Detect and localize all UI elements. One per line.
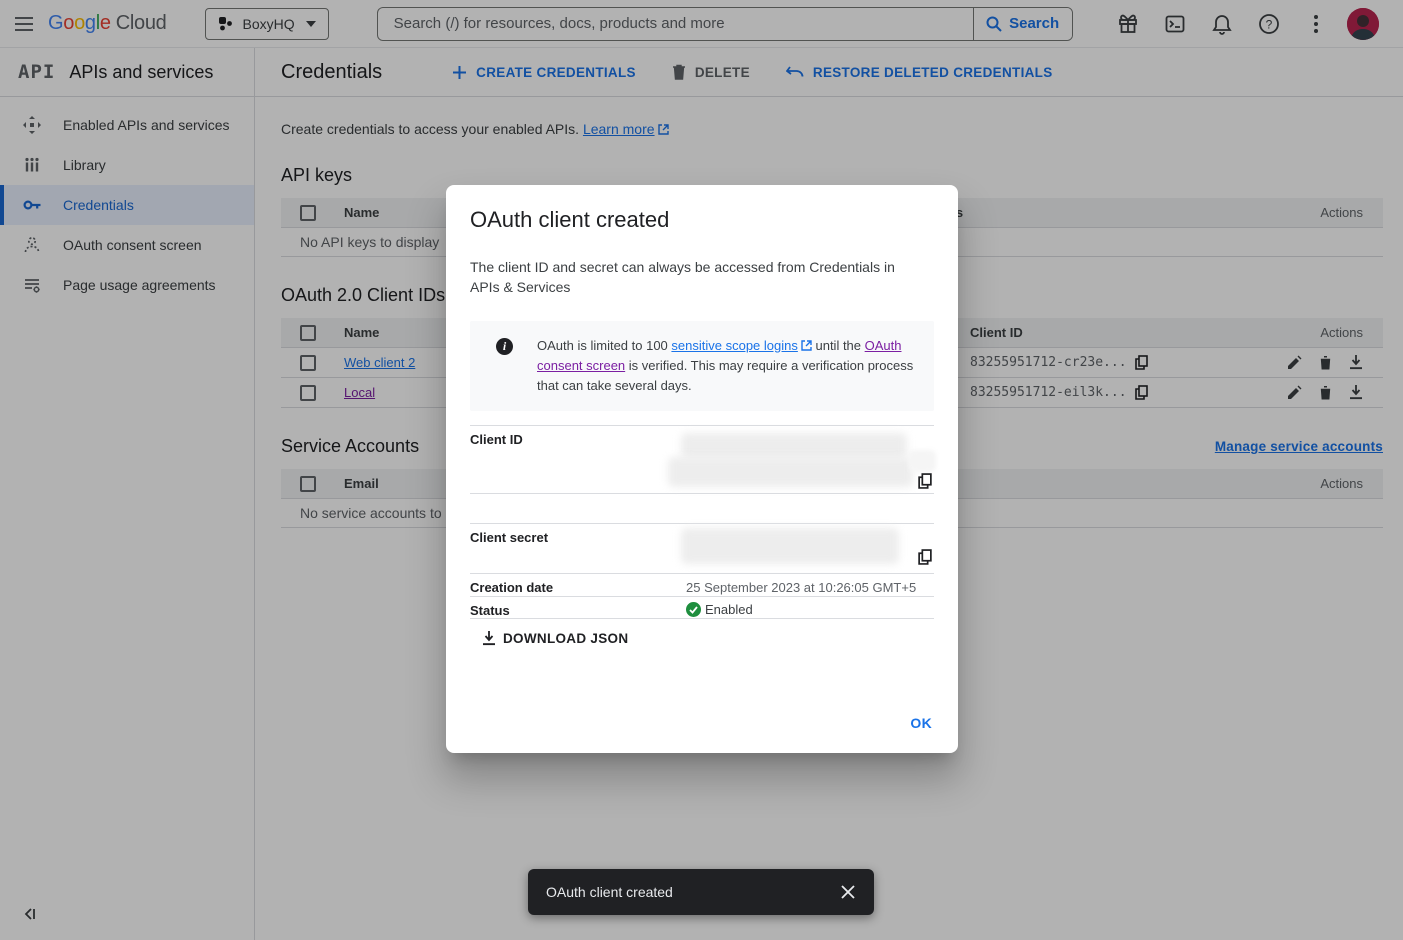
- notice-pre: OAuth is limited to 100: [537, 338, 671, 353]
- redacted-value: [668, 457, 913, 487]
- download-row: DOWNLOAD JSON: [470, 631, 934, 646]
- download-json-label: DOWNLOAD JSON: [503, 631, 628, 646]
- oauth-limit-notice: i OAuth is limited to 100 sensitive scop…: [470, 321, 934, 411]
- status-value: Enabled: [686, 597, 934, 618]
- close-icon[interactable]: [838, 882, 858, 902]
- client-id-row: Client ID: [470, 425, 934, 493]
- row-spacer: [470, 493, 934, 523]
- sensitive-scope-logins-link[interactable]: sensitive scope logins: [671, 338, 797, 353]
- notice-text: OAuth is limited to 100 sensitive scope …: [537, 336, 920, 396]
- snackbar: OAuth client created: [528, 869, 874, 915]
- client-secret-row: Client secret: [470, 523, 934, 573]
- oauth-client-created-dialog: OAuth client created The client ID and s…: [446, 185, 958, 753]
- creation-date-value: 25 September 2023 at 10:26:05 GMT+5: [686, 574, 934, 596]
- ok-button[interactable]: OK: [910, 715, 932, 731]
- client-secret-value-redacted: [686, 524, 934, 573]
- check-circle-icon: [686, 602, 701, 617]
- status-label: Status: [470, 597, 686, 618]
- info-icon: i: [496, 338, 513, 355]
- redacted-value: [681, 433, 907, 459]
- client-id-label: Client ID: [470, 426, 686, 493]
- download-json-button[interactable]: DOWNLOAD JSON: [482, 631, 628, 646]
- creation-date-row: Creation date 25 September 2023 at 10:26…: [470, 573, 934, 596]
- external-link-icon: [801, 340, 812, 351]
- client-id-value-redacted: [686, 426, 934, 493]
- notice-mid: until the: [812, 338, 865, 353]
- status-row: Status Enabled: [470, 596, 934, 619]
- client-secret-label: Client secret: [470, 524, 686, 573]
- redacted-value: [908, 450, 936, 472]
- copy-client-secret-icon[interactable]: [918, 549, 932, 565]
- dialog-title: OAuth client created: [470, 207, 934, 233]
- creation-date-label: Creation date: [470, 574, 686, 596]
- download-icon: [482, 631, 496, 646]
- status-text: Enabled: [705, 602, 753, 617]
- snackbar-message: OAuth client created: [546, 884, 673, 900]
- redacted-value: [681, 528, 899, 564]
- copy-client-id-icon[interactable]: [918, 473, 932, 489]
- dialog-subtitle: The client ID and secret can always be a…: [470, 257, 920, 297]
